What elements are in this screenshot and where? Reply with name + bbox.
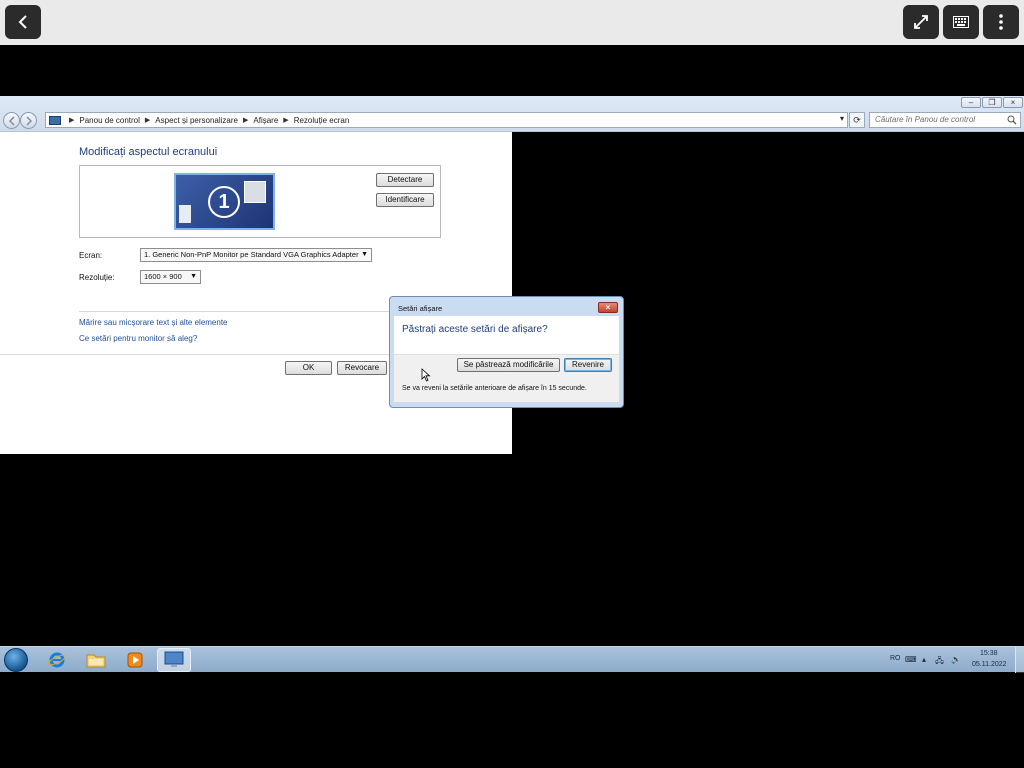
keyboard-button[interactable]: [943, 5, 979, 39]
back-icon: [18, 15, 27, 29]
media-player-icon: [127, 652, 143, 668]
monitor-1-thumbnail[interactable]: 1: [174, 173, 275, 230]
close-window-button[interactable]: ×: [1003, 97, 1023, 108]
breadcrumb-item[interactable]: Panou de control: [79, 116, 140, 125]
chevron-down-icon: ▼: [190, 273, 197, 280]
search-input[interactable]: Căutare în Panou de control: [869, 112, 1021, 128]
taskbar-display-settings[interactable]: [157, 648, 191, 672]
screen-select-value: 1. Generic Non-PnP Monitor pe Standard V…: [144, 250, 359, 259]
show-desktop-button[interactable]: [1015, 647, 1024, 673]
taskbar-file-explorer[interactable]: [79, 648, 113, 672]
ok-button[interactable]: OK: [285, 361, 332, 375]
window-thumbnail-icon: [179, 205, 191, 223]
back-button[interactable]: [5, 5, 41, 39]
text-size-link[interactable]: Mărire sau micșorare text și alte elemen…: [79, 318, 228, 327]
page-title: Modificați aspectul ecranului: [79, 146, 218, 158]
tray-expand-icon[interactable]: ▴: [922, 655, 926, 664]
window-thumbnail-icon: [244, 181, 266, 203]
monitor-arrangement-box: 1 Detectare Identificare: [79, 165, 441, 238]
taskbar-internet-explorer[interactable]: [40, 648, 74, 672]
control-panel-icon: [49, 115, 61, 125]
refresh-icon: ⟳: [853, 115, 861, 125]
fullscreen-button[interactable]: [903, 5, 939, 39]
restore-button[interactable]: ❐: [982, 97, 1002, 108]
screen-label: Ecran:: [79, 251, 103, 260]
explorer-window-frame: – ❐ × ▶ Panou de control ▶ Aspect și per…: [0, 96, 1024, 132]
breadcrumb-item[interactable]: Afișare: [253, 116, 278, 125]
revert-button[interactable]: Revenire: [564, 358, 612, 372]
refresh-button[interactable]: ⟳: [849, 112, 865, 128]
keyboard-tray-icon[interactable]: ⌨: [905, 655, 917, 664]
language-indicator[interactable]: RO: [890, 655, 901, 662]
keep-changes-button[interactable]: Se păstrează modificările: [457, 358, 560, 372]
chevron-right-icon: ▶: [144, 117, 151, 124]
arrow-left-icon: [9, 116, 15, 126]
screen-select[interactable]: 1. Generic Non-PnP Monitor pe Standard V…: [140, 248, 372, 262]
resolution-select[interactable]: 1600 × 900 ▼: [140, 270, 201, 284]
countdown-note: Se va reveni la setările anterioare de a…: [402, 385, 587, 392]
windows-start-icon[interactable]: [4, 648, 28, 672]
display-settings-dialog: Setări afișare × Păstrați aceste setări …: [389, 296, 624, 408]
more-vert-icon: [999, 14, 1003, 30]
nav-back-button[interactable]: [3, 112, 20, 129]
identify-button[interactable]: Identificare: [376, 193, 434, 207]
more-options-button[interactable]: [983, 5, 1019, 39]
chevron-right-icon: ▶: [69, 117, 75, 124]
display-icon: [164, 651, 184, 667]
keyboard-icon: [953, 16, 969, 28]
address-bar[interactable]: ▶ Panou de control ▶ Aspect și personali…: [45, 112, 848, 128]
resolution-label: Rezoluție:: [79, 273, 115, 282]
breadcrumb-item[interactable]: Rezoluție ecran: [294, 116, 350, 125]
remote-viewer-toolbar: [0, 0, 1024, 45]
taskbar-media-player[interactable]: [118, 648, 152, 672]
volume-icon[interactable]: 🔊: [951, 655, 961, 664]
chevron-down-icon: ▼: [361, 251, 368, 258]
close-icon: ×: [605, 303, 611, 312]
taskbar: RO ⌨ ▴ 🖧 🔊 15:38 05.11.2022: [0, 646, 1024, 673]
detect-button[interactable]: Detectare: [376, 173, 434, 187]
chevron-right-icon: ▶: [283, 117, 289, 124]
folder-icon: [86, 654, 106, 668]
monitor-settings-help-link[interactable]: Ce setări pentru monitor să aleg?: [79, 334, 197, 343]
network-icon[interactable]: 🖧: [935, 655, 944, 669]
chevron-right-icon: ▶: [243, 117, 249, 124]
nav-forward-button[interactable]: [20, 112, 37, 129]
clock-date[interactable]: 05.11.2022: [972, 661, 1007, 668]
cancel-button[interactable]: Revocare: [337, 361, 387, 375]
arrow-right-icon: [26, 116, 32, 126]
minimize-button[interactable]: –: [961, 97, 981, 108]
search-icon: [1007, 115, 1017, 125]
dialog-close-button[interactable]: ×: [598, 302, 618, 313]
internet-explorer-icon: [48, 652, 66, 668]
monitor-number: 1: [208, 186, 240, 218]
resolution-select-value: 1600 × 900: [144, 272, 182, 281]
clock-time[interactable]: 15:38: [980, 650, 998, 657]
dialog-question: Păstrați aceste setări de afișare?: [402, 324, 548, 335]
search-placeholder: Căutare în Panou de control: [875, 115, 976, 124]
fullscreen-icon: [914, 15, 928, 29]
dialog-title: Setări afișare: [398, 304, 443, 313]
dialog-body: Păstrați aceste setări de afișare? Se pă…: [394, 316, 619, 402]
chevron-down-icon[interactable]: ▾: [840, 114, 844, 123]
breadcrumb-item[interactable]: Aspect și personalizare: [155, 116, 238, 125]
mouse-cursor-icon: [421, 368, 431, 382]
